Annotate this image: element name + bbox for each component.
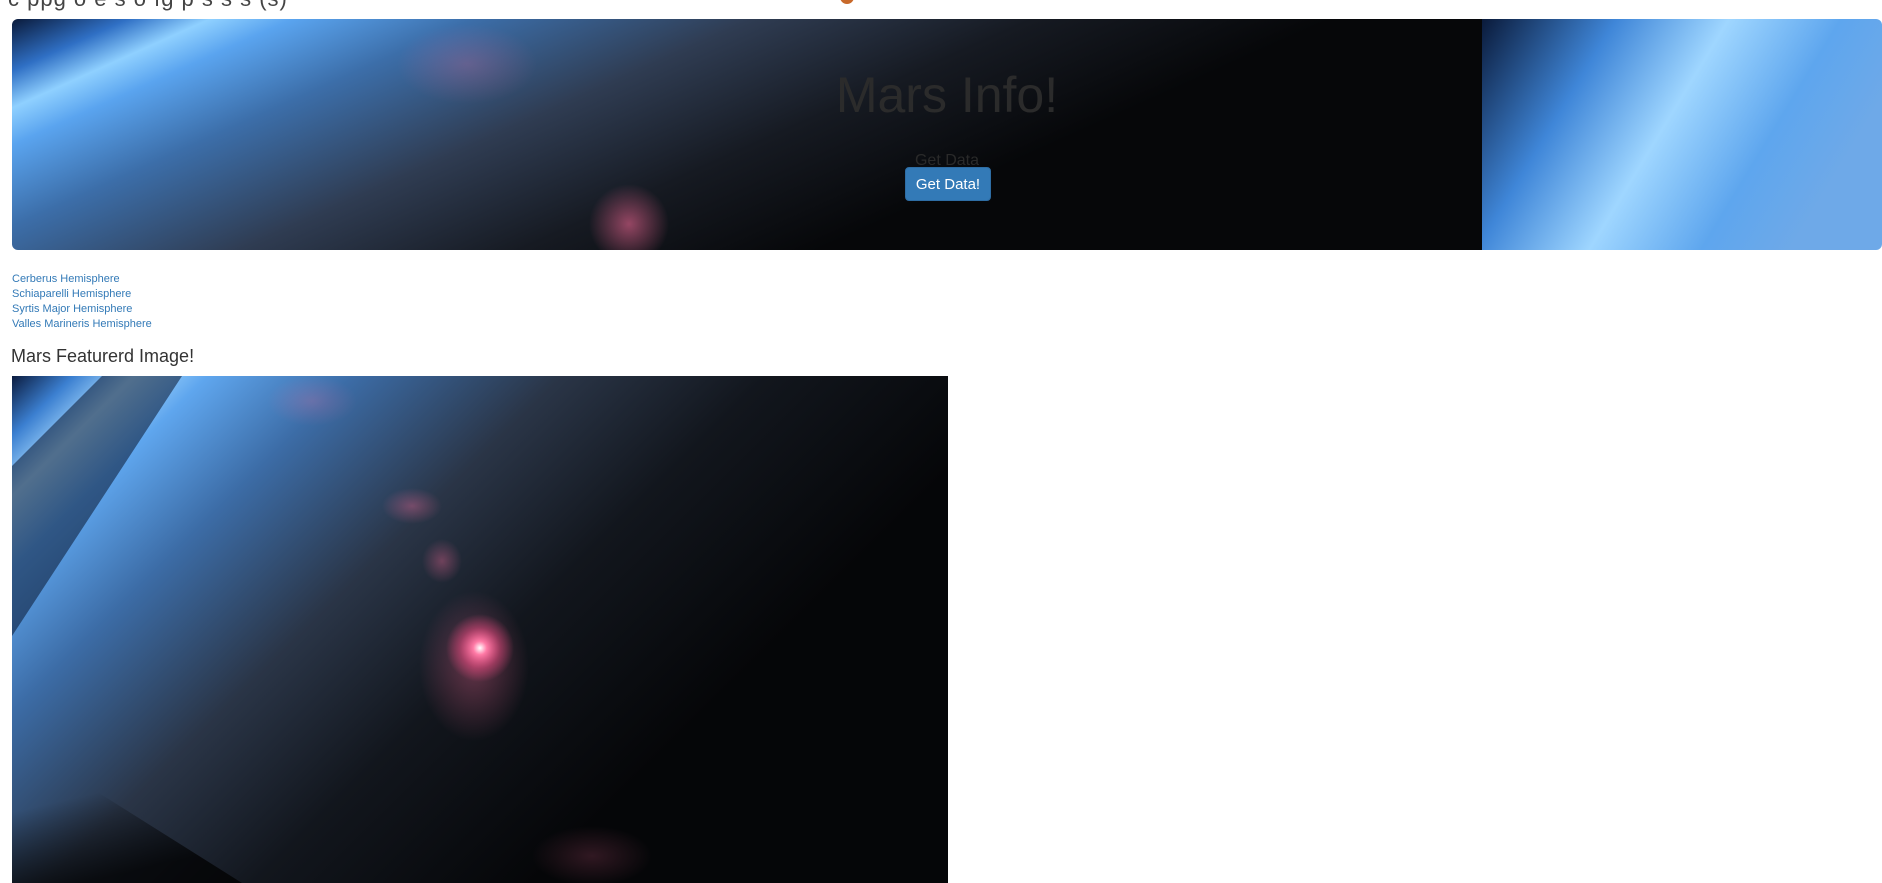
hemisphere-list: Cerberus Hemisphere Schiaparelli Hemisph…: [12, 272, 152, 332]
hemisphere-link-schiaparelli[interactable]: Schiaparelli Hemisphere: [12, 288, 131, 300]
hemisphere-link-cerberus[interactable]: Cerberus Hemisphere: [12, 273, 120, 285]
featured-image-graphic: [12, 376, 948, 883]
list-item: Cerberus Hemisphere: [12, 272, 152, 287]
list-item: Schiaparelli Hemisphere: [12, 287, 152, 302]
hemisphere-link-syrtis-major[interactable]: Syrtis Major Hemisphere: [12, 303, 132, 315]
page-title: Mars Info!: [835, 67, 1059, 123]
featured-image: [12, 376, 948, 883]
hero-content: Mars Info! Get Data Get Data!: [12, 19, 1882, 250]
shield-icon: [840, 0, 854, 4]
featured-image-heading: Mars Featurerd Image!: [11, 346, 195, 366]
hemisphere-link-valles-marineris[interactable]: Valles Marineris Hemisphere: [12, 318, 152, 330]
get-data-button[interactable]: Get Data!: [905, 167, 991, 201]
list-item: Valles Marineris Hemisphere: [12, 317, 152, 332]
top-strip: c ppg o e s o fg p s s s (s): [0, 0, 1882, 18]
hero-jumbotron: Mars Info! Get Data Get Data!: [12, 19, 1882, 250]
clipped-header-text: c ppg o e s o fg p s s s (s): [8, 0, 288, 12]
list-item: Syrtis Major Hemisphere: [12, 302, 152, 317]
